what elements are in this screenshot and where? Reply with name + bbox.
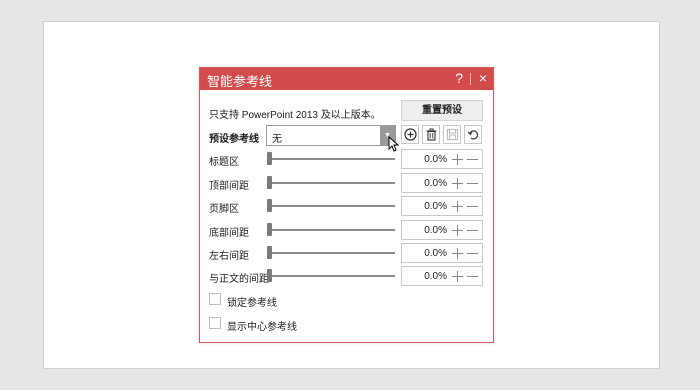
- minus-icon[interactable]: [467, 178, 478, 189]
- smart-guides-dialog: 智能参考线 ? × 只支持 PowerPoint 2013 及以上版本。 重置预…: [199, 67, 494, 343]
- undo-icon: [467, 130, 479, 140]
- plus-icon[interactable]: [452, 248, 463, 259]
- add-preset-button[interactable]: [401, 125, 419, 144]
- row-label: 顶部间距: [209, 181, 249, 192]
- plus-icon[interactable]: [452, 178, 463, 189]
- dialog-title: 智能参考线: [207, 74, 273, 89]
- slider-handle[interactable]: [267, 152, 272, 165]
- value-text: 0.0%: [424, 154, 447, 165]
- slider-handle[interactable]: [267, 246, 272, 259]
- slider-track: [270, 229, 395, 231]
- plus-icon[interactable]: [452, 201, 463, 212]
- value-input[interactable]: 0.0%: [401, 149, 483, 169]
- trash-icon: [426, 128, 437, 141]
- close-icon[interactable]: ×: [479, 70, 487, 86]
- value-text: 0.0%: [424, 178, 447, 189]
- plus-icon[interactable]: [452, 225, 463, 236]
- row-label: 页脚区: [209, 204, 239, 215]
- value-text: 0.0%: [424, 201, 447, 212]
- center-guides-checkbox[interactable]: [209, 317, 221, 329]
- checkbox-label: 锁定参考线: [227, 298, 277, 309]
- slider-track: [270, 205, 395, 207]
- titlebar-divider: [470, 73, 471, 85]
- minus-icon[interactable]: [467, 154, 478, 165]
- preset-guides-select[interactable]: 无 ▼: [266, 125, 396, 146]
- row-bottom-spacing: 底部间距 0.0%: [200, 220, 495, 240]
- value-input[interactable]: 0.0%: [401, 243, 483, 263]
- value-text: 0.0%: [424, 248, 447, 259]
- lock-guides-checkbox[interactable]: [209, 293, 221, 305]
- row-body-spacing: 与正文的间距 0.0%: [200, 266, 495, 286]
- row-label: 与正文的间距: [209, 274, 269, 285]
- slider-track: [270, 158, 395, 160]
- minus-icon[interactable]: [467, 225, 478, 236]
- preset-selected-value: 无: [272, 134, 282, 145]
- slider-track: [270, 252, 395, 254]
- center-guides-option[interactable]: 显示中心参考线: [209, 317, 409, 333]
- lock-guides-option[interactable]: 锁定参考线: [209, 293, 409, 309]
- row-top-spacing: 顶部间距 0.0%: [200, 173, 495, 193]
- slider-handle[interactable]: [267, 199, 272, 212]
- delete-preset-button[interactable]: [422, 125, 440, 144]
- minus-icon[interactable]: [467, 201, 478, 212]
- reset-preset-button[interactable]: 重置预设: [401, 100, 483, 121]
- row-title-area: 标题区 0.0%: [200, 149, 495, 169]
- slider-handle[interactable]: [267, 269, 272, 282]
- save-preset-button[interactable]: [443, 125, 461, 144]
- minus-icon[interactable]: [467, 271, 478, 282]
- add-circle-icon: [404, 128, 417, 141]
- version-info-text: 只支持 PowerPoint 2013 及以上版本。: [209, 110, 381, 121]
- value-input[interactable]: 0.0%: [401, 266, 483, 286]
- slider-handle[interactable]: [267, 223, 272, 236]
- slider-track: [270, 275, 395, 277]
- dialog-titlebar: 智能参考线 ? ×: [200, 68, 493, 90]
- help-icon[interactable]: ?: [455, 70, 463, 86]
- minus-icon[interactable]: [467, 248, 478, 259]
- value-text: 0.0%: [424, 225, 447, 236]
- row-left-right-spacing: 左右间距 0.0%: [200, 243, 495, 263]
- value-input[interactable]: 0.0%: [401, 173, 483, 193]
- save-icon: [446, 128, 459, 141]
- checkbox-label: 显示中心参考线: [227, 322, 297, 333]
- plus-icon[interactable]: [452, 154, 463, 165]
- value-text: 0.0%: [424, 271, 447, 282]
- row-label: 左右间距: [209, 251, 249, 262]
- value-input[interactable]: 0.0%: [401, 196, 483, 216]
- plus-icon[interactable]: [452, 271, 463, 282]
- preset-guides-label: 预设参考线: [209, 134, 259, 145]
- row-footer-area: 页脚区 0.0%: [200, 196, 495, 216]
- row-label: 底部间距: [209, 228, 249, 239]
- value-input[interactable]: 0.0%: [401, 220, 483, 240]
- undo-button[interactable]: [464, 125, 482, 144]
- row-label: 标题区: [209, 157, 239, 168]
- slider-handle[interactable]: [267, 176, 272, 189]
- slider-track: [270, 182, 395, 184]
